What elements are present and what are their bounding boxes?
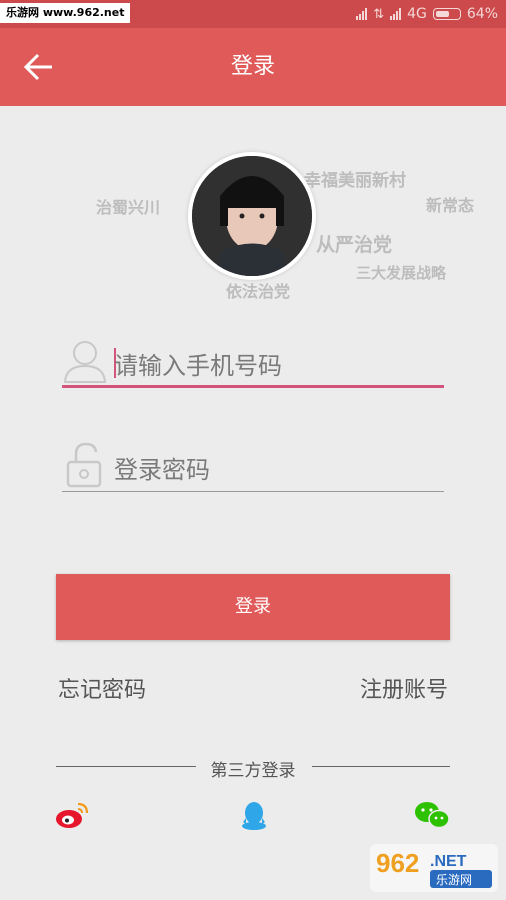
bg-word: 从严治党 — [316, 234, 393, 256]
bg-word: 治蜀兴川 — [96, 198, 161, 217]
third-party-label: 第三方登录 — [210, 761, 296, 781]
bg-word: 依法治党 — [226, 282, 291, 301]
app-bar: 登录 — [0, 28, 506, 106]
bg-word: 三大发展战略 — [356, 264, 447, 282]
avatar-photo — [192, 156, 312, 276]
phone-underline — [62, 385, 444, 388]
watermark-logo: 962 .NET 乐游网 — [370, 844, 498, 892]
battery-fill — [435, 11, 449, 17]
watermark-number: 962 — [376, 848, 419, 878]
battery-icon — [432, 8, 461, 20]
register-link[interactable]: 注册账号 — [360, 672, 448, 704]
password-input[interactable]: 登录密码 — [114, 450, 210, 485]
data-transfer-icon: ⇅ — [373, 6, 385, 22]
forgot-password-link[interactable]: 忘记密码 — [58, 672, 146, 704]
battery-percent: 64% — [466, 6, 498, 22]
watermark-badge: 乐游网 www.962.net — [0, 3, 131, 23]
network-type: 4G — [407, 6, 427, 22]
unlock-icon — [66, 442, 102, 488]
password-underline — [62, 491, 444, 492]
signal-icon — [356, 8, 368, 20]
phone-input[interactable]: 请输入手机号码 — [114, 346, 282, 381]
wechat-icon[interactable] — [414, 800, 450, 830]
status-bar: 乐游网 www.962.net ⇅ 4G 64% — [0, 0, 506, 28]
watermark-suffix: .NET — [430, 853, 467, 870]
password-field[interactable]: 登录密码 — [62, 440, 444, 492]
bg-word: 幸福美丽新村 — [304, 171, 406, 191]
qq-icon[interactable] — [236, 800, 272, 830]
status-indicators: ⇅ 4G 64% — [356, 0, 498, 28]
avatar[interactable] — [188, 152, 316, 280]
bg-word: 新常态 — [426, 196, 475, 215]
phone-field[interactable]: 请输入手机号码 — [62, 336, 444, 388]
signal-icon-2 — [390, 8, 402, 20]
login-button[interactable]: 登录 — [56, 574, 450, 640]
watermark-name: 乐游网 — [436, 873, 472, 887]
divider-right — [312, 766, 450, 767]
weibo-icon[interactable] — [54, 800, 90, 830]
page-title: 登录 — [230, 54, 275, 79]
user-icon — [63, 341, 107, 383]
